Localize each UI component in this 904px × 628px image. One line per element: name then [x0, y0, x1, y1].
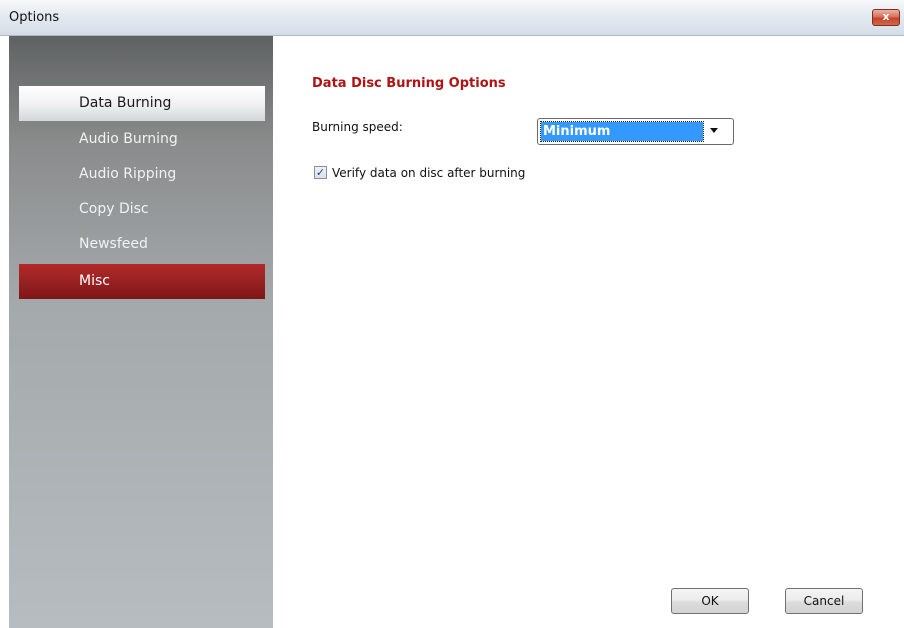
sidebar-item-data-burning[interactable]: Data Burning	[19, 86, 265, 121]
ok-button[interactable]: OK	[671, 588, 749, 614]
close-button[interactable]: x	[872, 9, 900, 26]
burning-speed-label: Burning speed:	[312, 120, 403, 134]
verify-label[interactable]: Verify data on disc after burning	[332, 165, 525, 181]
sidebar-item-audio-ripping[interactable]: Audio Ripping	[19, 157, 265, 192]
sidebar-item-audio-burning[interactable]: Audio Burning	[19, 122, 265, 157]
options-panel: Data Disc Burning Options Burning speed:…	[273, 36, 904, 628]
verify-checkbox[interactable]: ✓	[314, 166, 327, 179]
chevron-down-icon	[710, 128, 718, 133]
cancel-button[interactable]: Cancel	[785, 588, 863, 614]
close-icon: x	[882, 10, 890, 23]
burning-speed-value: Minimum	[540, 121, 704, 142]
sidebar-item-misc[interactable]: Misc	[19, 264, 265, 299]
title-bar: Options x	[0, 0, 904, 36]
options-dialog: Options x Data Burning Audio Burning Aud…	[0, 0, 904, 628]
burning-speed-dropdown[interactable]: Minimum	[537, 118, 734, 145]
window-title: Options	[9, 10, 60, 25]
section-title: Data Disc Burning Options	[312, 76, 506, 91]
sidebar-item-newsfeed[interactable]: Newsfeed	[19, 227, 265, 262]
sidebar: Data Burning Audio Burning Audio Ripping…	[9, 36, 273, 628]
sidebar-item-copy-disc[interactable]: Copy Disc	[19, 192, 265, 227]
